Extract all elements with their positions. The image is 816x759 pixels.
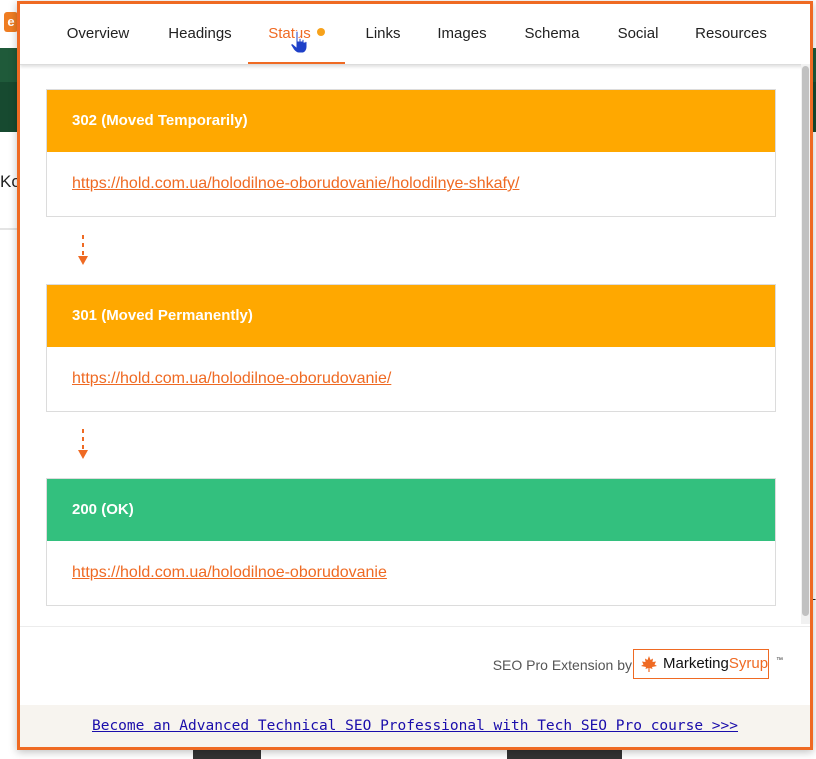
redirect-url-row: https://hold.com.ua/holodilnoe-oborudova… <box>47 152 775 216</box>
redirect-card: 302 (Moved Temporarily) https://hold.com… <box>46 89 776 217</box>
status-code-header: 302 (Moved Temporarily) <box>47 90 775 152</box>
tab-images[interactable]: Images <box>425 4 499 64</box>
tab-overview[interactable]: Overview <box>54 4 142 64</box>
redirect-url-link[interactable]: https://hold.com.ua/holodilnoe-oborudova… <box>72 370 391 387</box>
scrollbar-thumb[interactable] <box>802 66 809 616</box>
promo-course-link[interactable]: Become an Advanced Technical SEO Profess… <box>92 718 738 734</box>
background-image <box>507 749 622 759</box>
promo-banner: Become an Advanced Technical SEO Profess… <box>20 705 810 747</box>
redirect-url-link[interactable]: https://hold.com.ua/holodilnoe-oborudova… <box>72 175 519 192</box>
tab-bar: Overview Headings Status Links Images Sc… <box>20 4 810 65</box>
extension-credit: SEO Pro Extension by <box>492 657 632 673</box>
tab-resources[interactable]: Resources <box>685 4 777 64</box>
tab-links[interactable]: Links <box>350 4 416 64</box>
tab-headings[interactable]: Headings <box>156 4 244 64</box>
background-image <box>193 749 261 759</box>
status-code-header: 301 (Moved Permanently) <box>47 285 775 347</box>
tab-schema[interactable]: Schema <box>512 4 592 64</box>
final-status-card: 200 (OK) https://hold.com.ua/holodilnoe-… <box>46 478 776 606</box>
redirect-url-link[interactable]: https://hold.com.ua/holodilnoe-oborudova… <box>72 564 387 581</box>
status-code-header: 200 (OK) <box>47 479 775 541</box>
footer: SEO Pro Extension by MarketingSyrup ™ <box>20 626 810 705</box>
background-logo-badge: e <box>4 12 18 32</box>
redirect-card: 301 (Moved Permanently) https://hold.com… <box>46 284 776 412</box>
maple-leaf-icon <box>641 656 657 672</box>
status-indicator-dot <box>316 28 325 37</box>
hand-cursor-icon <box>290 30 308 54</box>
brand-name: MarketingSyrup <box>663 655 769 672</box>
redirect-url-row: https://hold.com.ua/holodilnoe-oborudova… <box>47 347 775 411</box>
redirect-url-row: https://hold.com.ua/holodilnoe-oborudova… <box>47 541 775 605</box>
trademark-symbol: ™ <box>776 657 783 664</box>
background-header-strip <box>0 48 18 82</box>
arrow-down-icon <box>78 235 88 265</box>
seo-extension-popup: Overview Headings Status Links Images Sc… <box>17 1 813 750</box>
marketingsyrup-logo[interactable]: MarketingSyrup <box>633 649 769 679</box>
arrow-down-icon <box>78 429 88 459</box>
tab-social[interactable]: Social <box>604 4 672 64</box>
background-divider <box>0 228 18 230</box>
background-nav-strip <box>0 82 18 132</box>
